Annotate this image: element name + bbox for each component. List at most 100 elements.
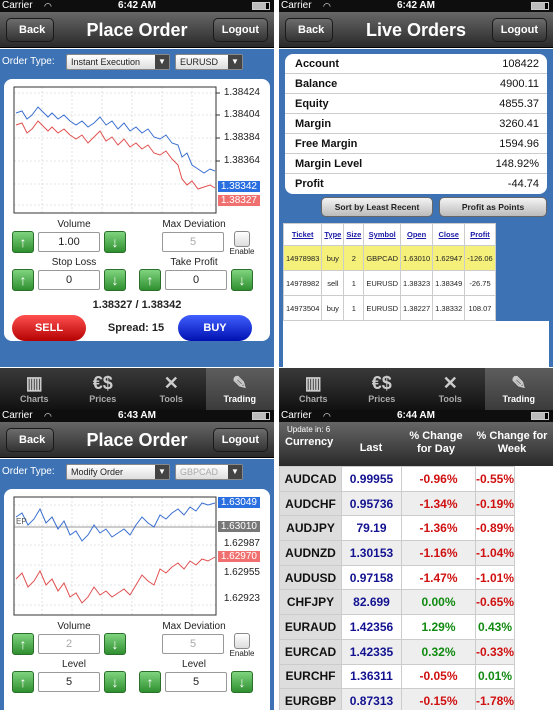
level-up-button[interactable]: ↑ — [12, 671, 34, 693]
currency-cell: AUDUSD — [279, 564, 342, 591]
orders-column-header[interactable]: Close — [432, 223, 466, 246]
tab-prices[interactable]: €$ Prices — [69, 368, 138, 410]
tab-trading[interactable]: ✎ Trading — [484, 368, 553, 410]
account-value: 4900.11 — [500, 78, 539, 90]
order-type-select[interactable]: Modify Order ▼ — [66, 464, 170, 480]
take-profit-input[interactable]: 0 — [165, 270, 227, 290]
tab-tools[interactable]: ✕ Tools — [416, 368, 485, 410]
price-row[interactable]: AUDNZD 1.30153 -1.16% -1.04% — [279, 540, 516, 566]
y-tick-label: 1.62987 — [223, 538, 260, 549]
volume-input[interactable]: 1.00 — [38, 232, 100, 252]
symbol-select[interactable]: EURUSD ▼ — [175, 54, 243, 70]
tab-charts[interactable]: ▥ Charts — [0, 368, 69, 410]
volume-up-button[interactable]: ↑ — [12, 231, 34, 253]
level-up-button[interactable]: ↑ — [139, 671, 161, 693]
column-last[interactable]: Last — [351, 442, 391, 454]
tab-charts[interactable]: ▥ Charts — [279, 368, 348, 410]
last-price-cell: 0.97158 — [341, 564, 402, 591]
orders-empty-space — [283, 321, 549, 367]
last-price-cell: 1.42335 — [341, 638, 402, 665]
price-row[interactable]: AUDUSD 0.97158 -1.47% -1.01% — [279, 564, 516, 591]
order-row[interactable]: 14978982 sell 1 EURUSD 1.38323 1.38349 -26.75 — [282, 270, 496, 296]
volume-down-button[interactable]: ↓ — [104, 231, 126, 253]
bid-ask-prices: 1.38327 / 1.38342 — [92, 299, 182, 311]
enable-checkbox[interactable] — [234, 633, 250, 649]
volume-input[interactable]: 2 — [38, 634, 100, 654]
stop-loss-up-button[interactable]: ↑ — [12, 269, 34, 291]
price-row[interactable]: EURGBP 0.87313 -0.15% -1.78% — [279, 688, 516, 710]
price-row[interactable]: AUDJPY 79.19 -1.36% -0.89% — [279, 515, 516, 542]
price-row[interactable]: EURCHF 1.36311 -0.05% 0.01% — [279, 663, 516, 690]
day-change-cell: 0.32% — [401, 638, 476, 665]
arrow-down-icon: ↓ — [238, 272, 246, 288]
account-key: Margin — [295, 118, 332, 130]
day-change-cell: -0.96% — [401, 466, 476, 492]
column-currency[interactable]: Currency — [285, 436, 333, 448]
level-down-button[interactable]: ↓ — [231, 671, 253, 693]
last-price-cell: 0.95736 — [341, 490, 402, 517]
stop-loss-down-button[interactable]: ↓ — [104, 269, 126, 291]
level-input[interactable]: 5 — [165, 672, 227, 692]
max-deviation-label: Max Deviation — [162, 621, 226, 632]
order-type-select[interactable]: Instant Execution ▼ — [66, 54, 170, 70]
orders-column-header[interactable]: Size — [343, 223, 365, 246]
level-down-button[interactable]: ↓ — [104, 671, 126, 693]
column-change-week[interactable]: % Change for Week — [473, 430, 551, 456]
logout-button[interactable]: Logout — [212, 428, 268, 452]
order-row[interactable]: 14978983 buy 2 GBPCAD 1.63010 1.62947 -126.06 — [282, 245, 496, 271]
tab-tools[interactable]: ✕ Tools — [137, 368, 206, 410]
order-cell: -126.06 — [464, 245, 496, 271]
price-row[interactable]: EURCAD 1.42335 0.32% -0.33% — [279, 638, 516, 665]
order-row[interactable]: 14973504 buy 1 EURUSD 1.38227 1.38332 108.07 — [282, 295, 496, 321]
price-row[interactable]: AUDCAD 0.99955 -0.96% -0.55% — [279, 466, 516, 492]
y-tick-label: 1.38384 — [223, 132, 260, 143]
order-cell: GBPCAD — [363, 245, 402, 271]
enable-checkbox[interactable] — [234, 231, 250, 247]
stop-loss-input[interactable]: 0 — [38, 270, 100, 290]
orders-area: Account 108422 Balance 4900.11 Equity 4855.37… — [279, 49, 553, 367]
volume-up-button[interactable]: ↑ — [12, 633, 34, 655]
take-profit-down-button[interactable]: ↓ — [231, 269, 253, 291]
symbol-select[interactable]: GBPCAD ▼ — [175, 464, 243, 480]
order-cell: sell — [321, 270, 345, 296]
price-row[interactable]: CHFJPY 82.699 0.00% -0.65% — [279, 589, 516, 616]
profit-as-points-button[interactable]: Profit as Points — [439, 197, 547, 217]
take-profit-up-button[interactable]: ↑ — [139, 269, 161, 291]
symbol-value: GBPCAD — [180, 467, 219, 477]
last-price-cell: 1.36311 — [341, 663, 402, 690]
logout-button[interactable]: Logout — [212, 18, 268, 42]
order-type-value: Modify Order — [71, 467, 124, 477]
orders-table: Ticket Type Size Symbol Open Close Profit 1497… — [282, 223, 496, 321]
day-change-cell: -1.47% — [401, 564, 476, 591]
chevron-down-icon: ▼ — [155, 55, 169, 69]
chevron-down-icon: ▼ — [155, 465, 169, 479]
day-change-cell: -0.05% — [401, 663, 476, 690]
sort-button[interactable]: Sort by Least Recent — [321, 197, 433, 217]
price-row[interactable]: AUDCHF 0.95736 -1.34% -0.19% — [279, 490, 516, 517]
day-change-cell: -0.15% — [401, 688, 476, 710]
orders-column-header[interactable]: Ticket — [282, 223, 323, 246]
order-cell: 1.38332 — [432, 295, 466, 321]
buy-button[interactable]: BUY — [178, 315, 252, 341]
order-cell: EURUSD — [363, 295, 402, 321]
arrow-up-icon: ↑ — [19, 636, 27, 652]
price-row[interactable]: EURAUD 1.42356 1.29% 0.43% — [279, 614, 516, 640]
orders-column-header[interactable]: Open — [400, 223, 434, 246]
column-change-day[interactable]: % Change for Day — [403, 430, 469, 456]
order-cell: 2 — [343, 245, 365, 271]
currency-cell: AUDJPY — [279, 515, 342, 542]
sell-button[interactable]: SELL — [12, 315, 86, 341]
orders-column-header[interactable]: Type — [321, 223, 345, 246]
tab-trading[interactable]: ✎ Trading — [205, 368, 274, 410]
level-input[interactable]: 5 — [38, 672, 100, 692]
account-value: 108422 — [502, 58, 539, 70]
orders-column-header[interactable]: Profit — [464, 223, 496, 246]
volume-down-button[interactable]: ↓ — [104, 633, 126, 655]
price-chart: 1.38424 1.38404 1.38384 1.38364 1.38342 … — [12, 85, 262, 217]
modify-order-screen: Carrier ◠ 6:43 AM Back Place Order Logou… — [0, 410, 274, 710]
currency-cell: AUDCHF — [279, 490, 342, 517]
tab-prices[interactable]: €$ Prices — [348, 368, 417, 410]
orders-column-header[interactable]: Symbol — [363, 223, 402, 246]
logout-button[interactable]: Logout — [491, 18, 547, 42]
arrow-up-icon: ↑ — [19, 234, 27, 250]
